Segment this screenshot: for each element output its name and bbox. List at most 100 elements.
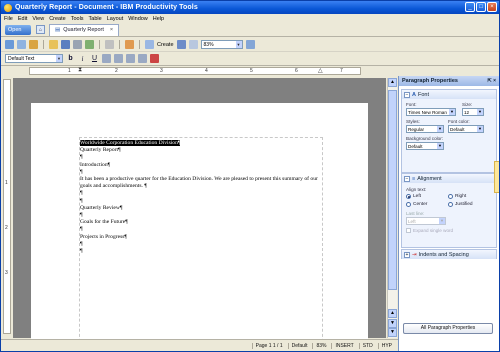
chevron-down-icon: ▼ xyxy=(56,55,62,62)
size-select[interactable]: 12 ▼ xyxy=(462,108,484,116)
create-menu-button[interactable]: Create xyxy=(157,42,174,48)
alignment-section-header[interactable]: − ≡ Alignment xyxy=(402,174,496,183)
all-paragraph-properties-button[interactable]: All Paragraph Properties xyxy=(403,323,493,334)
size-value: 12 xyxy=(464,110,470,115)
font-section-header[interactable]: − A Font xyxy=(402,90,496,99)
close-button[interactable]: × xyxy=(487,2,497,12)
document-page[interactable]: Worldwide Corporation Education Division… xyxy=(31,103,368,351)
menu-window[interactable]: Window xyxy=(128,16,148,22)
radio-icon xyxy=(448,202,453,207)
menu-view[interactable]: View xyxy=(32,16,44,22)
font-section-icon: A xyxy=(412,91,416,98)
next-page-icon[interactable]: ▼ xyxy=(388,328,397,337)
background-color-select[interactable]: Default ▼ xyxy=(406,142,444,150)
indent-icon[interactable] xyxy=(138,54,147,63)
collapse-icon[interactable]: − xyxy=(404,91,410,98)
align-center-radio[interactable]: Center xyxy=(406,202,427,207)
open-file-icon[interactable] xyxy=(49,40,58,49)
doc-line[interactable]: ¶ xyxy=(80,190,320,197)
styles-select[interactable]: Regular ▼ xyxy=(406,125,444,133)
expand-icon[interactable]: + xyxy=(404,251,410,258)
tab-bar: Open ⌂ ▤ Quarterly Report × xyxy=(1,23,499,37)
align-justified-radio[interactable]: Justified xyxy=(448,202,473,207)
align-icon[interactable] xyxy=(102,54,111,63)
paragraph-marks-icon[interactable] xyxy=(176,40,186,49)
undo-icon[interactable] xyxy=(105,40,114,49)
collapse-icon[interactable]: − xyxy=(404,175,410,182)
align-left-radio[interactable]: Left xyxy=(406,194,421,199)
font-section: − A Font Font: Size: Times New Roman ▼ 12… xyxy=(401,89,497,173)
indents-section-header[interactable]: + ⇥ Indents and Spacing xyxy=(402,250,496,259)
zoom-select[interactable]: 83% ▼ xyxy=(200,40,243,49)
bullets-icon[interactable] xyxy=(114,54,123,63)
doc-paragraph[interactable]: It has been a productive quarter for the… xyxy=(80,176,320,190)
text-color-icon[interactable] xyxy=(150,54,159,63)
horizontal-ruler[interactable]: 1 ⧗ 2 3 4 5 6 △ 7 xyxy=(29,67,361,75)
scroll-down-icon[interactable]: ▼ xyxy=(388,319,397,328)
tab-quarterly-report[interactable]: ▤ Quarterly Report × xyxy=(49,23,120,36)
doc-line[interactable]: ¶ xyxy=(80,198,320,205)
minimize-button[interactable]: _ xyxy=(465,2,475,12)
tab-close-icon[interactable]: × xyxy=(110,27,113,33)
spellcheck-icon[interactable] xyxy=(85,40,94,49)
indent-marker-icon[interactable]: ⧗ xyxy=(78,67,82,74)
menu-help[interactable]: Help xyxy=(153,16,164,22)
numbering-icon[interactable] xyxy=(126,54,135,63)
print-icon[interactable] xyxy=(73,40,82,49)
doc-line[interactable]: ¶ xyxy=(80,154,320,161)
doc-line[interactable]: Quarterly Review¶ xyxy=(80,205,320,212)
menu-layout[interactable]: Layout xyxy=(107,16,124,22)
font-color-value: Default xyxy=(450,127,465,132)
maximize-button[interactable]: □ xyxy=(476,2,486,12)
open-button[interactable]: Open xyxy=(5,24,31,35)
side-shelf-tab[interactable] xyxy=(494,161,499,193)
save-icon[interactable] xyxy=(61,40,70,49)
status-insert[interactable]: INSERT xyxy=(331,342,356,349)
doc-line[interactable]: Quarterly Report¶ xyxy=(80,147,320,154)
font-color-label: Font color: xyxy=(448,119,470,124)
panel-controls-icon[interactable]: ⇱ × xyxy=(488,78,497,84)
right-margin-marker-icon[interactable]: △ xyxy=(318,67,323,74)
status-std[interactable]: STD xyxy=(358,342,376,349)
menu-table[interactable]: Table xyxy=(89,16,102,22)
document-body[interactable]: Worldwide Corporation Education Division… xyxy=(80,140,320,255)
italic-button[interactable]: i xyxy=(78,55,87,63)
vruler-mark: 1 xyxy=(5,180,8,186)
underline-button[interactable]: U xyxy=(90,55,99,62)
cut-icon[interactable] xyxy=(5,40,14,49)
doc-line[interactable]: Goals for the Future¶ xyxy=(80,219,320,226)
home-tab-icon[interactable]: ⌂ xyxy=(36,25,45,34)
page-layout-icon[interactable] xyxy=(188,40,198,49)
doc-line[interactable]: ¶ xyxy=(80,226,320,233)
menu-tools[interactable]: Tools xyxy=(71,16,84,22)
align-right-radio[interactable]: Right xyxy=(448,194,466,199)
menu-edit[interactable]: Edit xyxy=(18,16,27,22)
menu-file[interactable]: File xyxy=(4,16,13,22)
styles-value: Regular xyxy=(408,127,425,132)
vertical-scrollbar[interactable]: ▲ ▲ ▼ ▼ xyxy=(387,78,397,338)
style-select[interactable]: Default Text ▼ xyxy=(5,54,63,63)
doc-line[interactable]: ¶ xyxy=(80,248,320,255)
doc-line[interactable]: Introduction¶ xyxy=(80,162,320,169)
doc-line[interactable]: ¶ xyxy=(80,169,320,176)
image-icon[interactable] xyxy=(125,40,134,49)
doc-line-heading[interactable]: Worldwide Corporation Education Division… xyxy=(80,140,320,147)
toolbar-separator xyxy=(99,40,100,49)
bold-button[interactable]: b xyxy=(66,55,75,62)
document-tab-icon: ▤ xyxy=(55,27,61,33)
doc-line[interactable]: ¶ xyxy=(80,241,320,248)
font-select[interactable]: Times New Roman ▼ xyxy=(406,108,456,116)
font-color-select[interactable]: Default ▼ xyxy=(448,125,484,133)
status-hyp[interactable]: HYP xyxy=(377,342,395,349)
ruler-mark: 6 xyxy=(295,68,298,74)
scroll-thumb[interactable] xyxy=(388,90,397,290)
menu-create[interactable]: Create xyxy=(49,16,66,22)
scroll-up-icon[interactable]: ▲ xyxy=(388,78,397,87)
copy-icon[interactable] xyxy=(17,40,26,49)
formula-icon[interactable] xyxy=(245,40,255,49)
table-icon[interactable] xyxy=(145,40,154,49)
background-color-value: Default xyxy=(408,144,423,149)
prev-page-icon[interactable]: ▲ xyxy=(388,309,397,318)
paste-icon[interactable] xyxy=(29,40,38,49)
doc-line[interactable]: Projects in Progress¶ xyxy=(80,234,320,241)
